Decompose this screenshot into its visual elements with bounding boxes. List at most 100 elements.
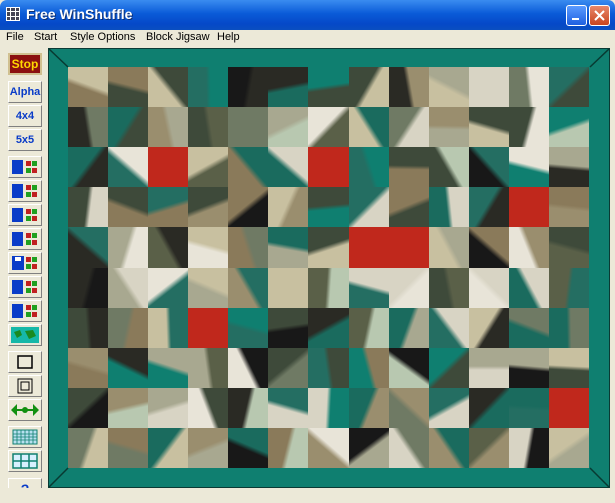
puzzle-tile[interactable] (68, 387, 109, 429)
puzzle-tile[interactable] (428, 347, 470, 389)
puzzle-tile[interactable] (508, 67, 550, 108)
picture-1-button[interactable] (8, 156, 42, 178)
puzzle-tile[interactable] (148, 187, 189, 228)
puzzle-tile[interactable] (508, 307, 550, 349)
puzzle-tile[interactable] (508, 267, 550, 309)
puzzle-tile[interactable] (108, 227, 149, 268)
puzzle-tile[interactable] (468, 427, 510, 468)
puzzle-tile[interactable] (228, 107, 269, 148)
puzzle-tile[interactable] (108, 427, 149, 468)
puzzle-tile[interactable] (468, 267, 510, 309)
menu-block-jigsaw[interactable]: Block Jigsaw (146, 31, 210, 43)
puzzle-tile[interactable] (428, 67, 470, 108)
puzzle-tile[interactable] (188, 347, 229, 389)
puzzle-tile[interactable] (148, 67, 189, 108)
puzzle-tile[interactable] (268, 267, 309, 309)
puzzle-tile[interactable] (108, 307, 149, 349)
puzzle-tile[interactable] (348, 147, 390, 188)
picture-2-button[interactable] (8, 180, 42, 202)
stop-button[interactable]: Stop (8, 53, 42, 75)
puzzle-tile[interactable] (228, 307, 269, 349)
puzzle-tile[interactable] (188, 187, 229, 228)
puzzle-tile[interactable] (68, 67, 109, 108)
world-map-button[interactable] (8, 324, 42, 346)
puzzle-tile[interactable] (108, 347, 149, 389)
puzzle-tile[interactable] (548, 427, 589, 468)
picture-3-button[interactable] (8, 204, 42, 226)
puzzle-tile[interactable] (228, 387, 269, 429)
puzzle-tile[interactable] (468, 227, 510, 268)
save-picture-button[interactable] (8, 252, 42, 274)
grid-4x4-button[interactable]: 4x4 (8, 105, 42, 127)
puzzle-tile[interactable] (548, 347, 589, 389)
puzzle-tile[interactable] (508, 387, 550, 429)
puzzle-tile[interactable] (428, 187, 470, 228)
puzzle-tile[interactable] (108, 67, 149, 108)
puzzle-tile[interactable] (348, 67, 390, 108)
puzzle-tile[interactable] (348, 307, 390, 349)
puzzle-tile[interactable] (468, 107, 510, 148)
puzzle-tile[interactable] (428, 387, 470, 429)
close-button[interactable] (589, 5, 610, 26)
puzzle-tile[interactable] (508, 227, 550, 268)
puzzle-tile[interactable] (508, 347, 550, 389)
puzzle-tile[interactable] (348, 427, 390, 468)
puzzle-tile[interactable] (468, 67, 510, 108)
puzzle-tile[interactable] (68, 147, 109, 188)
puzzle-tile[interactable] (148, 387, 189, 429)
fine-grid-button[interactable] (8, 426, 42, 448)
puzzle-tile[interactable] (508, 187, 550, 228)
puzzle-tile[interactable] (508, 107, 550, 148)
puzzle-tile[interactable] (68, 347, 109, 389)
puzzle-tile[interactable] (508, 427, 550, 468)
puzzle-tile[interactable] (148, 307, 189, 349)
puzzle-tile[interactable] (148, 347, 189, 389)
puzzle-tile[interactable] (188, 227, 229, 268)
alpha-picture-button[interactable] (8, 276, 42, 298)
puzzle-tile[interactable] (228, 267, 269, 309)
puzzle-tile[interactable] (348, 187, 390, 228)
minimize-button[interactable] (566, 5, 587, 26)
puzzle-tile[interactable] (268, 427, 309, 468)
puzzle-tile[interactable] (148, 267, 189, 309)
puzzle-tile[interactable] (308, 147, 350, 188)
puzzle-tile[interactable] (388, 307, 430, 349)
menu-help[interactable]: Help (217, 31, 240, 43)
puzzle-tile[interactable] (388, 107, 430, 148)
puzzle-tile[interactable] (428, 227, 470, 268)
puzzle-tile[interactable] (68, 427, 109, 468)
puzzle-tile[interactable] (468, 307, 510, 349)
puzzle-tile[interactable] (188, 387, 229, 429)
puzzle-tile[interactable] (548, 267, 589, 309)
puzzle-tile[interactable] (228, 67, 269, 108)
puzzle-tile[interactable] (388, 347, 430, 389)
number-picture-button[interactable] (8, 300, 42, 322)
puzzle-tile[interactable] (228, 427, 269, 468)
puzzle-tile[interactable] (388, 67, 430, 108)
puzzle-tile[interactable] (68, 307, 109, 349)
puzzle-tile[interactable] (148, 427, 189, 468)
square-frame-button[interactable] (8, 351, 42, 373)
puzzle-tile[interactable] (428, 147, 470, 188)
puzzle-tile[interactable] (348, 267, 390, 309)
puzzle-tile[interactable] (108, 267, 149, 309)
puzzle-tile[interactable] (548, 67, 589, 108)
puzzle-tile[interactable] (468, 187, 510, 228)
puzzle-board[interactable] (68, 67, 589, 468)
puzzle-tile[interactable] (308, 227, 350, 268)
puzzle-tile[interactable] (348, 347, 390, 389)
puzzle-tile[interactable] (388, 147, 430, 188)
menu-file[interactable]: File (6, 31, 24, 43)
puzzle-tile[interactable] (348, 227, 390, 268)
puzzle-tile[interactable] (348, 107, 390, 148)
puzzle-tile[interactable] (108, 187, 149, 228)
puzzle-tile[interactable] (188, 307, 229, 349)
double-frame-button[interactable] (8, 375, 42, 397)
puzzle-tile[interactable] (468, 387, 510, 429)
puzzle-tile[interactable] (308, 67, 350, 108)
puzzle-tile[interactable] (348, 387, 390, 429)
menu-start[interactable]: Start (34, 31, 57, 43)
puzzle-tile[interactable] (388, 187, 430, 228)
puzzle-tile[interactable] (308, 187, 350, 228)
puzzle-tile[interactable] (308, 267, 350, 309)
